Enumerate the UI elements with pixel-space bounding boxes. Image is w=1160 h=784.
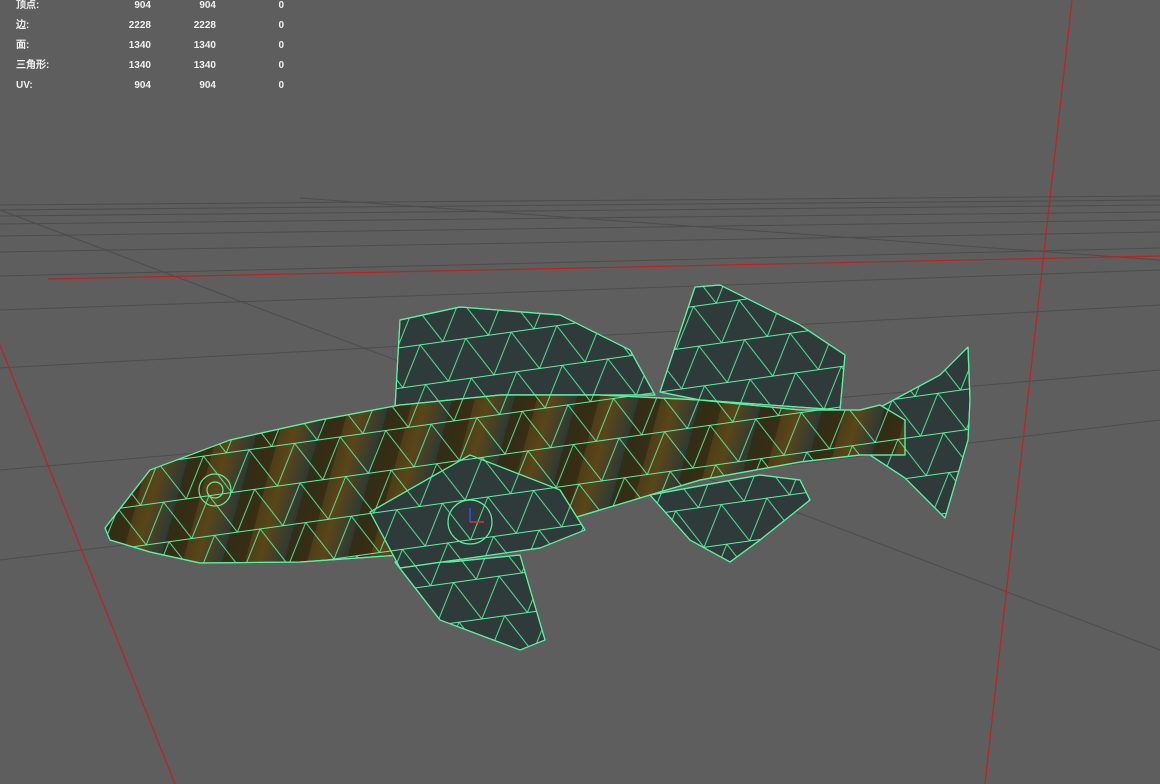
3d-viewport[interactable] — [0, 0, 1160, 784]
hud-value: 0 — [278, 20, 284, 31]
hud-value: 0 — [278, 40, 284, 51]
hud-value: 1340 — [193, 60, 216, 71]
hud-label: 边: — [16, 20, 30, 31]
hud-label: 顶点: — [16, 0, 40, 11]
dorsal-fin-front — [394, 306, 656, 409]
poly-count-hud: 顶点: 904 904 0 边: 2228 2228 0 面: 1340 134… — [16, 0, 284, 100]
hud-value: 904 — [134, 80, 151, 91]
hud-value: 1340 — [128, 60, 151, 71]
hud-row-uvs: UV: 904 904 0 — [16, 80, 284, 100]
hud-value: 904 — [199, 80, 216, 91]
fish-model[interactable] — [104, 284, 971, 651]
pelvic-fin — [394, 554, 546, 651]
hud-label: UV: — [16, 80, 33, 91]
hud-value: 0 — [278, 80, 284, 91]
hud-value: 0 — [278, 0, 284, 11]
hud-row-faces: 面: 1340 1340 0 — [16, 40, 284, 60]
hud-row-edges: 边: 2228 2228 0 — [16, 20, 284, 40]
hud-label: 面: — [16, 40, 30, 51]
hud-value: 1340 — [128, 40, 151, 51]
hud-value: 904 — [134, 0, 151, 11]
dorsal-fin-rear — [659, 284, 846, 411]
hud-row-triangles: 三角形: 1340 1340 0 — [16, 60, 284, 80]
hud-value: 2228 — [128, 20, 151, 31]
hud-row-vertices: 顶点: 904 904 0 — [16, 0, 284, 20]
hud-label: 三角形: — [16, 60, 50, 71]
hud-value: 0 — [278, 60, 284, 71]
hud-value: 1340 — [193, 40, 216, 51]
hud-value: 2228 — [193, 20, 216, 31]
hud-value: 904 — [199, 0, 216, 11]
